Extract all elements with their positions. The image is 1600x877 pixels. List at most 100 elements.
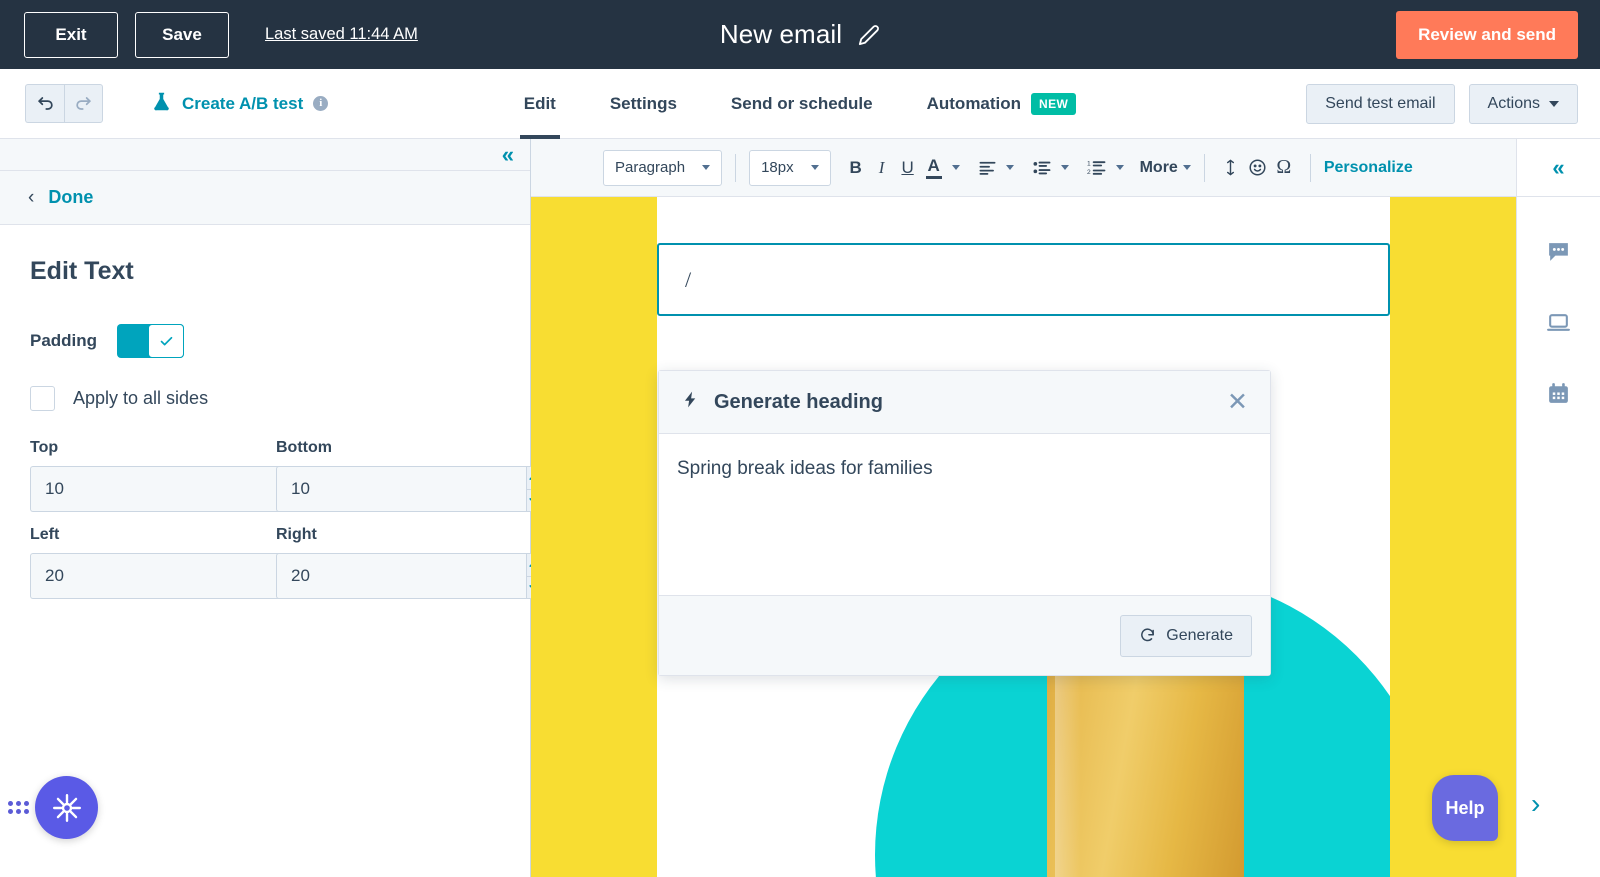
- text-block-content: /: [685, 266, 692, 292]
- field-label: Bottom: [276, 439, 332, 456]
- drag-dots-icon[interactable]: [8, 801, 29, 814]
- close-icon[interactable]: ✕: [1227, 389, 1248, 415]
- top-header: Exit Save Last saved 11:44 AM New email …: [0, 0, 1600, 69]
- check-icon: [160, 336, 172, 345]
- quantity-stepper: [276, 553, 541, 599]
- panel-title: Edit Text: [30, 257, 134, 285]
- quantity-stepper: [30, 553, 295, 599]
- tab-edit[interactable]: Edit: [497, 69, 583, 139]
- undo-redo-group: [25, 84, 103, 123]
- bulleted-list-button[interactable]: [1028, 152, 1056, 184]
- bulleted-list-icon: [1033, 161, 1051, 174]
- numbered-list-button[interactable]: 1 2: [1083, 152, 1111, 184]
- review-and-send-button[interactable]: Review and send: [1396, 11, 1578, 59]
- numbered-list-icon: 1 2: [1087, 160, 1106, 175]
- quantity-stepper: [30, 466, 295, 512]
- info-icon[interactable]: i: [313, 96, 329, 111]
- align-button[interactable]: [974, 152, 1001, 184]
- tab-label: Automation: [926, 94, 1022, 113]
- block-format-value: Paragraph: [615, 159, 686, 176]
- generated-suggestion[interactable]: Spring break ideas for families: [677, 456, 1252, 483]
- popover-title: Generate heading: [714, 390, 883, 413]
- generate-button[interactable]: Generate: [1120, 614, 1252, 657]
- font-size-select[interactable]: 18px: [749, 149, 831, 186]
- chevron-down-icon: [1182, 165, 1191, 170]
- toolbar-divider: [735, 153, 737, 182]
- special-character-button[interactable]: Ω: [1271, 152, 1297, 184]
- rich-text-toolbar: Paragraph 18px B I U A 1 2 More Ω Person…: [531, 139, 1516, 197]
- underline-button[interactable]: U: [895, 152, 921, 184]
- ai-assistant-button[interactable]: [35, 776, 98, 839]
- flask-icon: [151, 91, 172, 117]
- canvas-stripe-left: [531, 197, 657, 877]
- pencil-icon[interactable]: [858, 24, 880, 46]
- send-test-email-label: Send test email: [1325, 94, 1436, 112]
- padding-toggle[interactable]: [117, 324, 185, 358]
- chevron-down-icon[interactable]: [1005, 165, 1014, 170]
- actions-button[interactable]: Actions: [1468, 83, 1578, 124]
- help-button[interactable]: Help: [1432, 775, 1498, 841]
- sidebar-collapse-row: «: [0, 139, 530, 171]
- ab-test-label: Create A/B test: [182, 93, 304, 113]
- save-button[interactable]: Save: [135, 11, 229, 58]
- more-label: More: [1139, 158, 1178, 176]
- nav-right-actions: Send test email Actions: [1306, 83, 1578, 124]
- rail-icon-list: [1517, 197, 1600, 406]
- apply-to-all-sides-row[interactable]: Apply to all sides: [30, 386, 500, 411]
- emoji-icon: [1249, 159, 1266, 176]
- more-options-button[interactable]: More: [1140, 159, 1191, 177]
- tab-automation[interactable]: Automation NEW: [900, 69, 1104, 139]
- insert-emoji-button[interactable]: [1244, 152, 1271, 184]
- popover-content: Spring break ideas for families: [659, 434, 1270, 595]
- block-format-select[interactable]: Paragraph: [603, 149, 723, 186]
- padding-field-top: Top: [30, 439, 295, 512]
- italic-button[interactable]: I: [869, 152, 895, 184]
- tab-settings[interactable]: Settings: [583, 69, 704, 139]
- tab-send-or-schedule[interactable]: Send or schedule: [704, 69, 900, 139]
- editor-nav-bar: Create A/B test i Edit Settings Send or …: [0, 69, 1600, 139]
- undo-button[interactable]: [25, 84, 64, 123]
- send-test-email-button[interactable]: Send test email: [1306, 83, 1455, 124]
- svg-text:2: 2: [1087, 168, 1091, 175]
- toolbar-divider: [1309, 153, 1311, 182]
- comment-icon[interactable]: [1546, 239, 1571, 264]
- padding-field-right: Right: [276, 526, 541, 599]
- actions-label: Actions: [1487, 94, 1540, 112]
- field-label: Top: [30, 439, 59, 456]
- redo-button[interactable]: [64, 84, 103, 123]
- create-ab-test-button[interactable]: Create A/B test i: [151, 91, 329, 117]
- font-size-value: 18px: [761, 159, 794, 176]
- chevron-double-left-icon[interactable]: «: [502, 143, 514, 166]
- chevron-down-icon: [702, 165, 711, 170]
- field-label: Left: [30, 526, 60, 543]
- padding-bottom-input[interactable]: [276, 466, 526, 512]
- chevron-down-icon[interactable]: [951, 165, 960, 170]
- edit-text-sidebar: « ‹ Done Edit Text Padding Apply to all …: [0, 139, 541, 877]
- last-saved-status[interactable]: Last saved 11:44 AM: [265, 25, 418, 44]
- insert-link-button[interactable]: [1218, 152, 1244, 184]
- bold-button[interactable]: B: [843, 152, 869, 184]
- email-editor-area: Paragraph 18px B I U A 1 2 More Ω Person…: [531, 139, 1516, 877]
- apply-all-checkbox[interactable]: [30, 386, 55, 411]
- text-color-button[interactable]: A: [921, 152, 947, 184]
- padding-right-input[interactable]: [276, 553, 526, 599]
- selected-text-block[interactable]: /: [657, 243, 1390, 316]
- done-button[interactable]: ‹ Done: [0, 171, 530, 225]
- lightning-bolt-icon: [681, 390, 700, 414]
- chevron-right-icon[interactable]: ›: [1531, 790, 1540, 818]
- calendar-icon[interactable]: [1546, 381, 1571, 406]
- toolbar-divider: [1203, 153, 1205, 182]
- padding-fields-grid: Top Bottom: [30, 439, 541, 599]
- browser-preview-icon[interactable]: [1546, 310, 1571, 335]
- chevron-double-left-icon[interactable]: «: [1552, 156, 1564, 179]
- padding-left-input[interactable]: [30, 553, 280, 599]
- apply-all-label: Apply to all sides: [73, 388, 209, 408]
- personalize-button[interactable]: Personalize: [1324, 159, 1413, 177]
- ai-sparkle-icon: [52, 793, 81, 822]
- popover-footer: Generate: [659, 595, 1270, 675]
- chevron-down-icon[interactable]: [1115, 165, 1124, 170]
- chevron-down-icon[interactable]: [1060, 165, 1069, 170]
- padding-top-input[interactable]: [30, 466, 280, 512]
- exit-button[interactable]: Exit: [24, 11, 118, 58]
- email-canvas: / Generate heading ✕ Spring break ideas …: [531, 197, 1516, 877]
